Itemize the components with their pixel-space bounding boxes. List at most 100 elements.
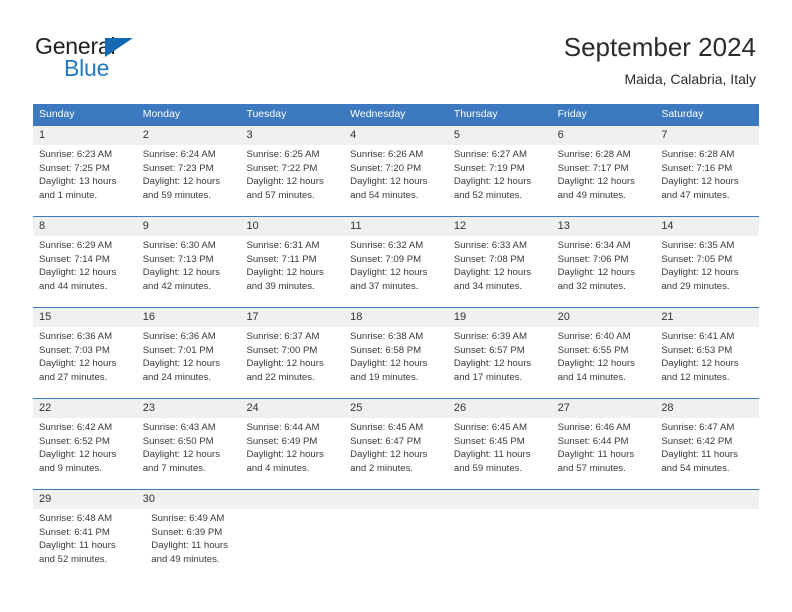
sunrise-text: Sunrise: 6:35 AM [661, 240, 735, 251]
daylight-line2: and 52 minutes. [453, 189, 523, 201]
day-number[interactable]: 23 [137, 399, 241, 418]
day-number[interactable]: 9 [137, 217, 241, 236]
day-cell[interactable]: Sunrise: 6:40 AM Sunset: 6:55 PM Dayligh… [552, 327, 656, 398]
sunrise-text: Sunrise: 6:43 AM [142, 422, 216, 433]
day-cell[interactable]: Sunrise: 6:28 AM Sunset: 7:17 PM Dayligh… [552, 145, 656, 216]
daylight-line2: and 57 minutes. [246, 189, 315, 201]
sunset-text: Sunset: 7:09 PM [350, 253, 422, 265]
day-cell[interactable]: Sunrise: 6:36 AM Sunset: 7:01 PM Dayligh… [137, 327, 241, 398]
day-cell[interactable]: Sunrise: 6:31 AM Sunset: 7:11 PM Dayligh… [240, 236, 344, 307]
day-number[interactable]: 10 [240, 217, 344, 236]
day-cell-empty [558, 509, 658, 584]
day-cell[interactable]: Sunrise: 6:41 AM Sunset: 6:53 PM Dayligh… [655, 327, 759, 398]
day-number[interactable]: 5 [448, 126, 552, 145]
day-number[interactable]: 6 [552, 126, 656, 145]
day-number[interactable]: 16 [137, 308, 241, 327]
day-number[interactable]: 11 [344, 217, 448, 236]
sunset-text: Sunset: 7:11 PM [246, 253, 317, 265]
sunset-text: Sunset: 6:55 PM [557, 344, 629, 356]
sunrise-text: Sunrise: 6:49 AM [151, 513, 225, 524]
daylight-line1: Daylight: 11 hours [151, 540, 228, 552]
sunrise-text: Sunrise: 6:28 AM [661, 149, 735, 160]
day-number-band: 8 9 10 11 12 13 14 [33, 217, 759, 236]
day-cell[interactable]: Sunrise: 6:27 AM Sunset: 7:19 PM Dayligh… [448, 145, 552, 216]
daylight-line1: Daylight: 12 hours [557, 267, 635, 279]
day-number[interactable]: 19 [448, 308, 552, 327]
sunset-text: Sunset: 7:03 PM [39, 344, 110, 356]
day-number[interactable]: 20 [552, 308, 656, 327]
daylight-line1: Daylight: 12 hours [246, 358, 324, 370]
weekday-friday: Friday [557, 108, 587, 120]
day-number[interactable]: 22 [33, 399, 137, 418]
day-cell[interactable]: Sunrise: 6:29 AM Sunset: 7:14 PM Dayligh… [33, 236, 137, 307]
day-number[interactable]: 29 [33, 490, 137, 509]
day-number[interactable]: 12 [448, 217, 552, 236]
day-number-band: 15 16 17 18 19 20 21 [33, 308, 759, 327]
day-cell[interactable]: Sunrise: 6:36 AM Sunset: 7:03 PM Dayligh… [33, 327, 137, 398]
day-cell[interactable]: Sunrise: 6:30 AM Sunset: 7:13 PM Dayligh… [137, 236, 241, 307]
sunset-text: Sunset: 6:52 PM [39, 435, 110, 447]
day-cell[interactable]: Sunrise: 6:28 AM Sunset: 7:16 PM Dayligh… [655, 145, 759, 216]
sunset-text: Sunset: 7:16 PM [661, 162, 733, 174]
day-cell[interactable]: Sunrise: 6:45 AM Sunset: 6:45 PM Dayligh… [448, 418, 552, 489]
day-cell[interactable]: Sunrise: 6:42 AM Sunset: 6:52 PM Dayligh… [33, 418, 137, 489]
day-cell[interactable]: Sunrise: 6:45 AM Sunset: 6:47 PM Dayligh… [344, 418, 448, 489]
day-number[interactable]: 30 [137, 490, 241, 509]
day-cell[interactable]: Sunrise: 6:25 AM Sunset: 7:22 PM Dayligh… [240, 145, 344, 216]
day-cell[interactable]: Sunrise: 6:49 AM Sunset: 6:39 PM Dayligh… [145, 509, 257, 584]
daylight-line2: and 54 minutes. [661, 462, 730, 474]
day-cell[interactable]: Sunrise: 6:24 AM Sunset: 7:23 PM Dayligh… [137, 145, 241, 216]
day-number[interactable]: 25 [344, 399, 448, 418]
sunset-text: Sunset: 7:08 PM [453, 253, 525, 265]
daylight-line2: and 54 minutes. [350, 189, 419, 201]
daylight-line1: Daylight: 11 hours [557, 449, 635, 461]
day-cell[interactable]: Sunrise: 6:34 AM Sunset: 7:06 PM Dayligh… [552, 236, 656, 307]
day-number[interactable]: 8 [33, 217, 137, 236]
day-cell[interactable]: Sunrise: 6:26 AM Sunset: 7:20 PM Dayligh… [344, 145, 448, 216]
day-cell[interactable]: Sunrise: 6:38 AM Sunset: 6:58 PM Dayligh… [344, 327, 448, 398]
daylight-line1: Daylight: 12 hours [142, 267, 221, 279]
sunrise-text: Sunrise: 6:46 AM [557, 422, 631, 433]
day-cell[interactable]: Sunrise: 6:37 AM Sunset: 7:00 PM Dayligh… [240, 327, 344, 398]
general-blue-logo[interactable]: General Blue [35, 33, 235, 83]
day-cell[interactable]: Sunrise: 6:23 AM Sunset: 7:25 PM Dayligh… [33, 145, 137, 216]
day-number[interactable]: 28 [655, 399, 759, 418]
day-number[interactable]: 7 [655, 126, 759, 145]
day-number[interactable]: 2 [137, 126, 241, 145]
daylight-line1: Daylight: 12 hours [142, 358, 221, 370]
day-number[interactable]: 15 [33, 308, 137, 327]
day-number[interactable]: 18 [344, 308, 448, 327]
day-cell-empty [659, 509, 759, 584]
day-number[interactable]: 4 [344, 126, 448, 145]
sunrise-text: Sunrise: 6:25 AM [246, 149, 320, 160]
sunset-text: Sunset: 7:19 PM [453, 162, 525, 174]
day-number[interactable]: 26 [448, 399, 552, 418]
weekday-wednesday: Wednesday [350, 108, 406, 120]
week-row: 29 30 Sunrise: 6:48 AM Sunset: 6:41 PM D… [33, 489, 759, 584]
day-number[interactable]: 17 [240, 308, 344, 327]
day-cell[interactable]: Sunrise: 6:44 AM Sunset: 6:49 PM Dayligh… [240, 418, 344, 489]
daylight-line2: and 4 minutes. [246, 462, 310, 474]
day-number[interactable]: 14 [655, 217, 759, 236]
daylight-line1: Daylight: 12 hours [39, 358, 117, 370]
daylight-line2: and 17 minutes. [453, 371, 523, 383]
day-cell[interactable]: Sunrise: 6:33 AM Sunset: 7:08 PM Dayligh… [448, 236, 552, 307]
day-number[interactable]: 3 [240, 126, 344, 145]
day-cell[interactable]: Sunrise: 6:46 AM Sunset: 6:44 PM Dayligh… [552, 418, 656, 489]
daylight-line1: Daylight: 12 hours [350, 358, 428, 370]
sunrise-text: Sunrise: 6:48 AM [39, 513, 113, 524]
day-number[interactable]: 21 [655, 308, 759, 327]
sunset-text: Sunset: 7:01 PM [142, 344, 214, 356]
day-cell[interactable]: Sunrise: 6:43 AM Sunset: 6:50 PM Dayligh… [137, 418, 241, 489]
day-number[interactable]: 24 [240, 399, 344, 418]
day-cell[interactable]: Sunrise: 6:32 AM Sunset: 7:09 PM Dayligh… [344, 236, 448, 307]
day-number[interactable]: 27 [552, 399, 656, 418]
sunrise-text: Sunrise: 6:45 AM [350, 422, 424, 433]
day-cell[interactable]: Sunrise: 6:35 AM Sunset: 7:05 PM Dayligh… [655, 236, 759, 307]
day-number[interactable]: 13 [552, 217, 656, 236]
day-number[interactable]: 1 [33, 126, 137, 145]
week-row: 22 23 24 25 26 27 28 Sunrise: 6:42 AM Su… [33, 398, 759, 489]
day-cell[interactable]: Sunrise: 6:47 AM Sunset: 6:42 PM Dayligh… [655, 418, 759, 489]
day-cell[interactable]: Sunrise: 6:48 AM Sunset: 6:41 PM Dayligh… [33, 509, 145, 584]
day-cell[interactable]: Sunrise: 6:39 AM Sunset: 6:57 PM Dayligh… [448, 327, 552, 398]
